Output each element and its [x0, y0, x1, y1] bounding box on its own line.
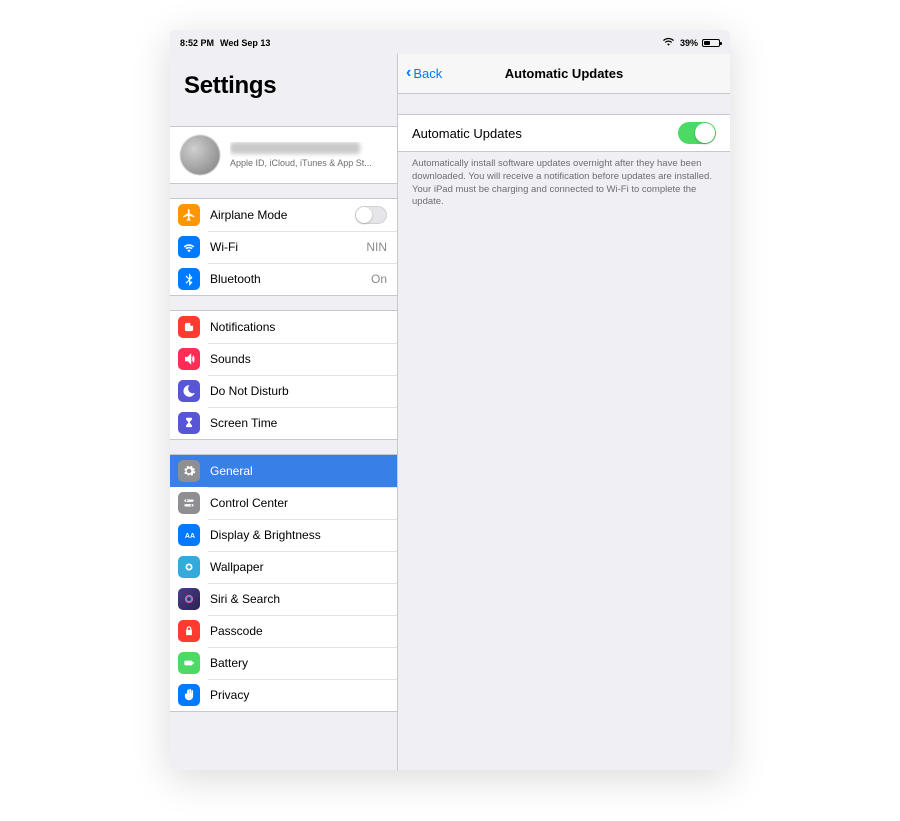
- hand-icon: [178, 684, 200, 706]
- row-notifications[interactable]: Notifications: [170, 311, 397, 343]
- status-time: 8:52 PM: [180, 38, 214, 48]
- toggle-label: Automatic Updates: [412, 126, 678, 141]
- detail-pane: ‹ Back Automatic Updates Automatic Updat…: [398, 54, 730, 770]
- page-title: Settings: [184, 72, 383, 100]
- footer-note: Automatically install software updates o…: [398, 152, 730, 209]
- wifi-value: NIN: [366, 240, 387, 254]
- account-subtitle: Apple ID, iCloud, iTunes & App St...: [230, 158, 387, 168]
- row-wifi[interactable]: Wi-Fi NIN: [170, 231, 397, 263]
- switches-icon: [178, 492, 200, 514]
- settings-sidebar: Settings Apple ID, iCloud, iTunes & App …: [170, 54, 398, 770]
- row-label: Wi-Fi: [210, 240, 366, 254]
- row-airplane-mode[interactable]: Airplane Mode: [170, 199, 397, 231]
- row-privacy[interactable]: Privacy: [170, 679, 397, 711]
- row-sounds[interactable]: Sounds: [170, 343, 397, 375]
- battery-percent: 39%: [680, 38, 698, 48]
- row-label: Siri & Search: [210, 592, 387, 606]
- group-connectivity: Airplane Mode Wi-Fi NIN B: [170, 198, 397, 296]
- row-label: General: [210, 464, 387, 478]
- battery-icon: [702, 39, 720, 47]
- moon-icon: [178, 380, 200, 402]
- sounds-icon: [178, 348, 200, 370]
- nav-bar: ‹ Back Automatic Updates: [398, 54, 730, 94]
- row-label: Bluetooth: [210, 272, 371, 286]
- row-label: Do Not Disturb: [210, 384, 387, 398]
- siri-icon: [178, 588, 200, 610]
- account-row[interactable]: Apple ID, iCloud, iTunes & App St...: [170, 126, 397, 184]
- battery-settings-icon: [178, 652, 200, 674]
- row-label: Notifications: [210, 320, 387, 334]
- hourglass-icon: [178, 412, 200, 434]
- wallpaper-icon: [178, 556, 200, 578]
- gear-icon: [178, 460, 200, 482]
- row-label: Display & Brightness: [210, 528, 387, 542]
- ipad-settings-screen: 8:52 PM Wed Sep 13 39% Settings: [170, 30, 730, 770]
- row-general[interactable]: General: [170, 455, 397, 487]
- row-label: Control Center: [210, 496, 387, 510]
- row-battery[interactable]: Battery: [170, 647, 397, 679]
- row-control-center[interactable]: Control Center: [170, 487, 397, 519]
- row-display[interactable]: AA Display & Brightness: [170, 519, 397, 551]
- row-automatic-updates[interactable]: Automatic Updates: [398, 115, 730, 151]
- back-label: Back: [413, 66, 442, 81]
- row-label: Wallpaper: [210, 560, 387, 574]
- row-wallpaper[interactable]: Wallpaper: [170, 551, 397, 583]
- svg-text:AA: AA: [185, 533, 195, 540]
- status-bar: 8:52 PM Wed Sep 13 39%: [170, 34, 730, 52]
- display-icon: AA: [178, 524, 200, 546]
- avatar: [180, 135, 220, 175]
- notifications-icon: [178, 316, 200, 338]
- row-passcode[interactable]: Passcode: [170, 615, 397, 647]
- account-name-redacted: [230, 142, 360, 154]
- status-right: 39%: [663, 37, 720, 49]
- detail-title: Automatic Updates: [505, 66, 623, 81]
- row-label: Privacy: [210, 688, 387, 702]
- wifi-icon: [663, 37, 674, 49]
- bluetooth-value: On: [371, 272, 387, 286]
- row-label: Battery: [210, 656, 387, 670]
- automatic-updates-group: Automatic Updates: [398, 114, 730, 152]
- row-siri[interactable]: Siri & Search: [170, 583, 397, 615]
- lock-icon: [178, 620, 200, 642]
- row-bluetooth[interactable]: Bluetooth On: [170, 263, 397, 295]
- row-label: Passcode: [210, 624, 387, 638]
- airplane-toggle[interactable]: [355, 206, 387, 224]
- group-general: General Control Center AA Display & Brig…: [170, 454, 397, 712]
- row-label: Screen Time: [210, 416, 387, 430]
- wifi-settings-icon: [178, 236, 200, 258]
- automatic-updates-toggle[interactable]: [678, 122, 716, 144]
- group-alerts: Notifications Sounds Do Not Disturb: [170, 310, 397, 440]
- status-left: 8:52 PM Wed Sep 13: [180, 38, 270, 48]
- row-label: Airplane Mode: [210, 208, 355, 222]
- airplane-icon: [178, 204, 200, 226]
- row-label: Sounds: [210, 352, 387, 366]
- status-date: Wed Sep 13: [220, 38, 270, 48]
- bluetooth-icon: [178, 268, 200, 290]
- chevron-left-icon: ‹: [406, 65, 411, 81]
- back-button[interactable]: ‹ Back: [406, 66, 442, 81]
- row-screentime[interactable]: Screen Time: [170, 407, 397, 439]
- row-dnd[interactable]: Do Not Disturb: [170, 375, 397, 407]
